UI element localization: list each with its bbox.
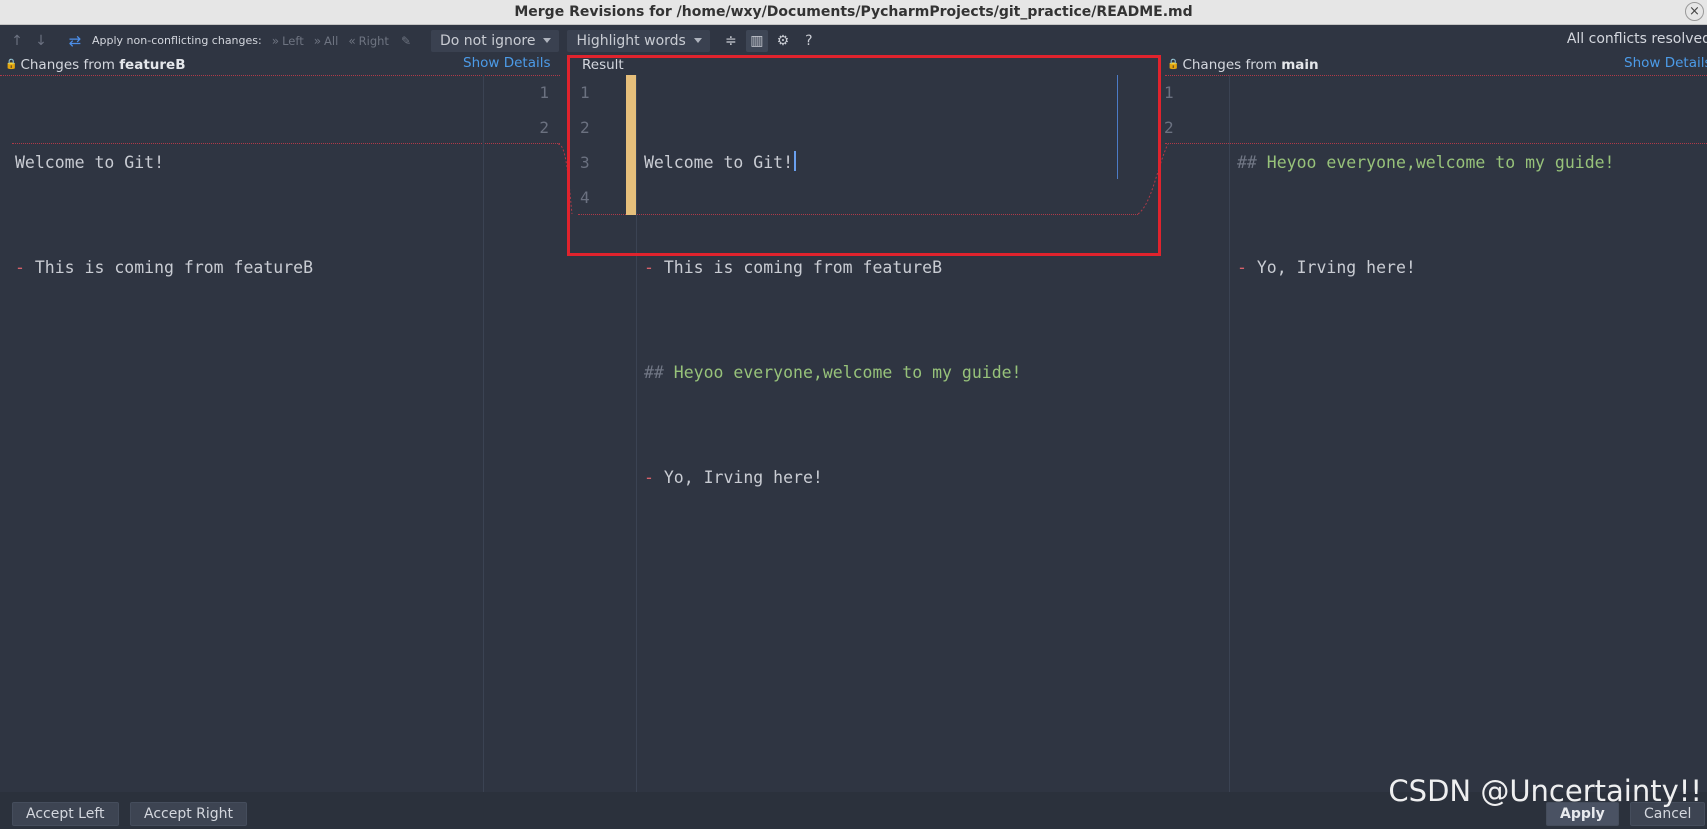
window-title: Merge Revisions for /home/wxy/Documents/… bbox=[514, 4, 1193, 20]
right-line-numbers: 1 2 bbox=[1164, 83, 1174, 137]
apply-all-button[interactable]: » All bbox=[314, 34, 339, 48]
conflict-status: All conflicts resolved bbox=[1566, 31, 1707, 47]
whitespace-ignore-dropdown[interactable]: Do not ignore bbox=[431, 29, 560, 52]
double-chevron-all-icon: » bbox=[313, 33, 322, 48]
accept-left-button[interactable]: Accept Left bbox=[12, 802, 119, 826]
double-chevron-left-icon: « bbox=[348, 33, 356, 48]
double-chevron-right-icon: » bbox=[271, 33, 280, 48]
left-editor[interactable]: Welcome to Git! - This is coming from fe… bbox=[15, 75, 313, 320]
right-show-details-link[interactable]: Show Details bbox=[1624, 55, 1707, 71]
left-branch-name: featureB bbox=[119, 56, 186, 73]
lock-icon: 🔒 bbox=[5, 59, 18, 70]
right-gutter-divider bbox=[1229, 75, 1230, 792]
right-branch-name: main bbox=[1281, 56, 1319, 73]
left-panel-header: 🔒 Changes from featureB bbox=[5, 56, 186, 73]
code-line: ## Heyoo everyone,welcome to my guide! bbox=[1237, 153, 1615, 172]
apply-non-conflicting-label: Apply non-conflicting changes: bbox=[92, 34, 262, 47]
code-line: ## Heyoo everyone,welcome to my guide! bbox=[644, 363, 1022, 382]
code-line: Welcome to Git! bbox=[15, 153, 165, 172]
gear-icon[interactable]: ⚙ bbox=[772, 30, 794, 52]
code-line: - Yo, Irving here! bbox=[644, 468, 823, 487]
next-change-icon[interactable]: ↓ bbox=[32, 33, 50, 49]
left-gutter-divider bbox=[483, 75, 484, 792]
highlight-mode-dropdown[interactable]: Highlight words bbox=[567, 29, 710, 52]
collapse-unchanged-icon[interactable]: ≑ bbox=[720, 30, 742, 52]
window-titlebar: Merge Revisions for /home/wxy/Documents/… bbox=[0, 0, 1707, 25]
sync-scroll-icon[interactable]: ▥ bbox=[745, 29, 768, 52]
chevron-down-icon bbox=[543, 38, 552, 43]
previous-change-icon[interactable]: ↑ bbox=[8, 33, 26, 49]
left-line-numbers: 1 2 bbox=[539, 83, 549, 137]
magic-wand-icon[interactable]: ✎ bbox=[401, 34, 411, 48]
close-window-button[interactable]: × bbox=[1685, 2, 1704, 21]
apply-right-button[interactable]: «Right bbox=[348, 34, 389, 48]
apply-magic-icon[interactable]: ⇄ bbox=[66, 32, 84, 50]
lock-icon: 🔒 bbox=[1167, 59, 1180, 70]
right-panel-header: 🔒 Changes from main bbox=[1167, 56, 1319, 73]
help-icon[interactable]: ? bbox=[798, 30, 820, 52]
watermark: CSDN @Uncertainty!! bbox=[1388, 774, 1702, 808]
apply-left-button[interactable]: » Left bbox=[272, 34, 304, 48]
left-show-details-link[interactable]: Show Details bbox=[463, 55, 551, 71]
code-line: - This is coming from featureB bbox=[15, 258, 314, 277]
highlight-mode-value: Highlight words bbox=[576, 32, 686, 49]
merge-toolbar: ↑ ↓ ⇄ Apply non-conflicting changes: » Le… bbox=[0, 27, 1707, 54]
accept-right-button[interactable]: Accept Right bbox=[130, 802, 248, 826]
chevron-down-icon bbox=[693, 38, 702, 43]
annotation-highlight-box bbox=[567, 55, 1161, 256]
right-editor[interactable]: ## Heyoo everyone,welcome to my guide! -… bbox=[1237, 75, 1615, 320]
code-line: - Yo, Irving here! bbox=[1237, 258, 1416, 277]
whitespace-ignore-value: Do not ignore bbox=[440, 32, 536, 49]
